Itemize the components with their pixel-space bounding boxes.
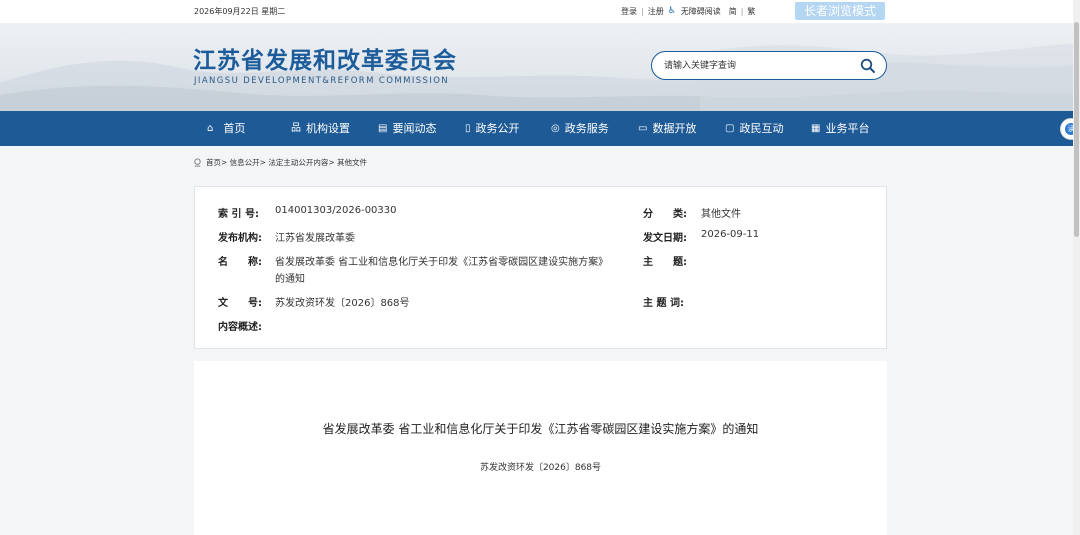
home-icon: ⌂: [207, 123, 214, 134]
search-input[interactable]: [664, 58, 844, 74]
search-icon[interactable]: [860, 58, 876, 74]
simplified-link[interactable]: 简: [729, 6, 737, 17]
mountain-background: [0, 43, 1080, 111]
chat-icon: ▢: [725, 123, 735, 134]
index-value: 014001303/2026-00330: [275, 205, 397, 216]
breadcrumb: 首页> 信息公开> 法定主动公开内容> 其他文件: [193, 157, 367, 168]
data-icon: ▭: [638, 123, 648, 134]
breadcrumb-text[interactable]: 首页> 信息公开> 法定主动公开内容> 其他文件: [206, 157, 367, 168]
nav-label: 政务公开: [475, 122, 520, 135]
traditional-link[interactable]: 繁: [747, 6, 755, 17]
nav-item-platform[interactable]: ▦ 业务平台: [811, 111, 869, 146]
date-label: 发文日期:: [643, 233, 687, 244]
site-title: 江苏省发展和改革委员会: [193, 48, 457, 74]
nav-label: 首页: [223, 122, 246, 135]
current-date: 2026年09月22日 星期二: [194, 7, 286, 16]
article-doc-number: 苏发改资环发〔2026〕868号: [479, 463, 602, 473]
doc-icon: ▯: [465, 123, 471, 134]
nav-item-news[interactable]: ▤ 要闻动态: [378, 111, 436, 146]
register-link[interactable]: 注册: [648, 6, 664, 17]
separator: |: [641, 7, 644, 16]
nav-label: 政务服务: [564, 122, 609, 135]
service-icon: ◎: [551, 123, 560, 134]
nav-label: 政民互动: [739, 122, 784, 135]
summary-label: 内容概述:: [218, 322, 262, 333]
location-icon: [194, 158, 201, 167]
site-subtitle: JIANGSU DEVELOPMENT&REFORM COMMISSION: [194, 76, 450, 86]
grid-icon: ▦: [811, 123, 821, 134]
article-title: 省发展改革委 省工业和信息化厅关于印发《江苏省零碳园区建设实施方案》的通知: [322, 422, 759, 436]
nav-label: 数据开放: [652, 122, 697, 135]
scrollbar-thumb[interactable]: [1074, 22, 1079, 237]
login-link[interactable]: 登录: [621, 6, 637, 17]
accessibility-icon: ♿: [667, 6, 676, 16]
nav-label: 要闻动态: [392, 122, 437, 135]
search-box: [651, 51, 887, 80]
nav-item-disclosure[interactable]: ▯ 政务公开: [465, 111, 520, 146]
top-links: 登录 | 注册 ♿ 无障碍阅读 简 | 繁: [621, 6, 759, 17]
separator: |: [740, 7, 744, 16]
docno-label: 文 号:: [218, 298, 262, 309]
org-icon: 品: [291, 123, 301, 134]
document-meta-box: 索 引 号: 014001303/2026-00330 分 类: 其他文件 发布…: [194, 186, 887, 349]
nav-item-home[interactable]: ⌂ 首页: [207, 111, 245, 146]
topic-label: 主 题:: [643, 257, 687, 268]
issuer-value: 江苏省发展改革委: [275, 233, 355, 244]
main-nav: ⌂ 首页 品 机构设置 ▤ 要闻动态 ▯ 政务公开 ◎ 政务服务 ▭ 数据开放 …: [0, 111, 1080, 146]
elder-mode-button[interactable]: 长者浏览模式: [795, 2, 885, 20]
site-header: 江苏省发展和改革委员会 JIANGSU DEVELOPMENT&REFORM C…: [0, 23, 1080, 111]
page-scrollbar[interactable]: [1073, 0, 1080, 535]
name-value-line1: 省发展改革委 省工业和信息化厅关于印发《江苏省零碳园区建设实施方案》: [275, 257, 609, 268]
top-bar: 2026年09月22日 星期二 登录 | 注册 ♿ 无障碍阅读 简 | 繁 长者…: [0, 0, 1080, 23]
nav-label: 机构设置: [306, 122, 350, 135]
nav-item-data[interactable]: ▭ 数据开放: [638, 111, 696, 146]
docno-value: 苏发改资环发〔2026〕868号: [275, 298, 410, 309]
article-body: 省发展改革委 省工业和信息化厅关于印发《江苏省零碳园区建设实施方案》的通知 苏发…: [194, 361, 887, 535]
news-icon: ▤: [378, 123, 388, 134]
name-label: 名 称:: [218, 257, 262, 268]
index-label: 索 引 号:: [218, 209, 259, 220]
keywords-label: 主 题 词:: [643, 298, 684, 309]
date-value: 2026-09-11: [701, 229, 760, 240]
category-value: 其他文件: [701, 209, 741, 220]
nav-item-interaction[interactable]: ▢ 政民互动: [725, 111, 783, 146]
nav-item-service[interactable]: ◎ 政务服务: [551, 111, 609, 146]
name-value-line2: 的通知: [275, 274, 305, 285]
nav-label: 业务平台: [825, 122, 870, 135]
accessible-reading-link[interactable]: 无障碍阅读: [681, 6, 721, 17]
issuer-label: 发布机构:: [218, 233, 262, 244]
nav-item-org[interactable]: 品 机构设置: [291, 111, 350, 146]
category-label: 分 类:: [643, 209, 687, 220]
